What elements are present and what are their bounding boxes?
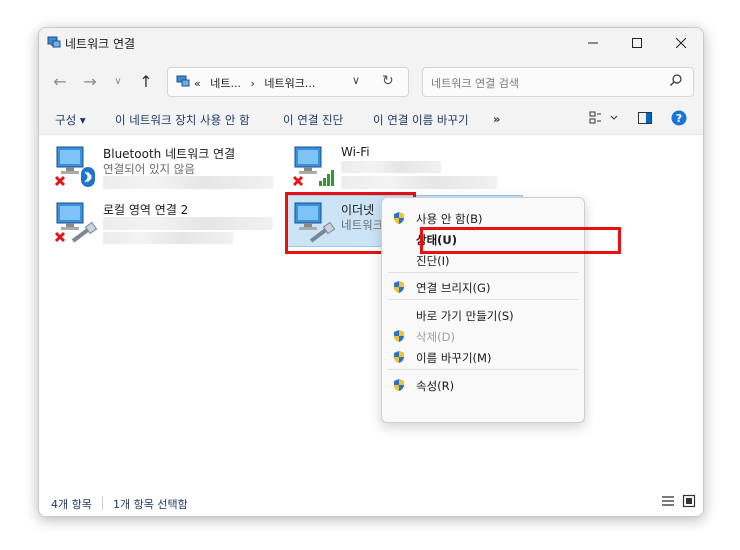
menu-item-label: 사용 안 함(B)	[416, 212, 483, 226]
redacted-device-name	[103, 176, 273, 189]
up-button[interactable]: ↑	[133, 68, 159, 94]
back-button[interactable]: ←	[47, 68, 73, 94]
bluetooth-network-icon	[53, 143, 99, 189]
menu-item-bridge[interactable]: 연결 브리지(G)	[382, 277, 584, 297]
network-connections-icon	[47, 35, 61, 52]
uac-shield-icon	[392, 211, 406, 228]
large-icons-view-icon[interactable]	[682, 494, 696, 511]
arrow-up-icon: ↑	[139, 71, 153, 91]
command-bar: 구성 ▾ 이 네트워크 장치 사용 안 함 이 연결 진단 이 연결 이름 바꾸…	[39, 104, 703, 135]
close-icon	[676, 38, 686, 48]
redacted-adapter-name	[103, 232, 233, 244]
breadcrumb-overflow[interactable]: «	[194, 77, 201, 90]
menu-item-rename[interactable]: 이름 바꾸기(M)	[382, 347, 584, 367]
network-connections-window: 네트워크 연결 ← → ∨ ↑ « 네트... › 네트워크... ∨ ↻ 네트…	[38, 27, 704, 517]
minimize-button[interactable]	[571, 28, 615, 58]
address-dropdown-icon[interactable]: ∨	[352, 74, 360, 87]
maximize-icon	[632, 38, 642, 48]
wifi-network-icon	[291, 143, 337, 189]
connection-status: 연결되어 있지 않음	[103, 162, 195, 176]
breadcrumb-item[interactable]: 네트워크...	[264, 77, 315, 90]
menu-separator	[388, 299, 578, 300]
search-input[interactable]: 네트워크 연결 검색	[422, 67, 694, 97]
chevron-down-icon: ∨	[114, 75, 122, 87]
recent-locations-button[interactable]: ∨	[105, 68, 131, 94]
status-divider	[102, 496, 103, 510]
window-title: 네트워크 연결	[65, 37, 136, 51]
menu-item-label: 연결 브리지(G)	[416, 281, 491, 295]
item-count: 4개 항목	[51, 498, 92, 511]
status-bar: 4개 항목 1개 항목 선택함	[39, 488, 703, 516]
connection-name: 로컬 영역 연결 2	[103, 203, 189, 217]
selected-count: 1개 항목 선택함	[113, 498, 188, 511]
menu-item-properties[interactable]: 속성(R)	[382, 375, 584, 395]
menu-item-label: 속성(R)	[416, 379, 455, 393]
forward-button[interactable]: →	[77, 68, 103, 94]
redacted-status	[103, 217, 273, 230]
menu-item-disable[interactable]: 사용 안 함(B)	[382, 208, 584, 228]
minimize-icon	[588, 42, 598, 44]
disable-device-button[interactable]: 이 네트워크 장치 사용 안 함	[115, 112, 250, 128]
search-placeholder: 네트워크 연결 검색	[431, 77, 519, 90]
help-icon[interactable]: ?	[671, 110, 687, 129]
menu-item-label: 진단(I)	[416, 254, 450, 268]
redacted-adapter-name	[341, 176, 497, 189]
more-commands-button[interactable]: »	[493, 112, 500, 126]
rename-button[interactable]: 이 연결 이름 바꾸기	[373, 112, 469, 128]
breadcrumb-separator: ›	[250, 77, 255, 90]
diagnose-button[interactable]: 이 연결 진단	[283, 112, 343, 128]
organize-button[interactable]: 구성 ▾	[55, 112, 86, 128]
search-icon	[669, 73, 683, 90]
breadcrumb: « 네트... › 네트워크...	[194, 75, 321, 91]
connection-name: Wi-Fi	[341, 145, 370, 159]
address-bar-row: ← → ∨ ↑ « 네트... › 네트워크... ∨ ↻ 네트워크 연결 검색	[39, 58, 703, 104]
menu-item-label: 이름 바꾸기(M)	[416, 351, 492, 365]
menu-item-label: 바로 가기 만들기(S)	[416, 309, 514, 323]
menu-item-create-shortcut[interactable]: 바로 가기 만들기(S)	[382, 305, 584, 325]
uac-shield-icon	[392, 329, 406, 346]
connections-view: Bluetooth 네트워크 연결 연결되어 있지 않음 Wi-Fi 로컬 영역…	[39, 135, 703, 485]
ethernet-disconnected-icon	[53, 199, 99, 245]
menu-item-delete: 삭제(D)	[382, 326, 584, 346]
address-field[interactable]: « 네트... › 네트워크... ∨ ↻	[167, 67, 409, 97]
maximize-button[interactable]	[615, 28, 659, 58]
connection-name: Bluetooth 네트워크 연결	[103, 147, 236, 161]
annotation-highlight-disable	[420, 227, 621, 254]
breadcrumb-item[interactable]: 네트...	[210, 77, 241, 90]
arrow-left-icon: ←	[53, 71, 67, 91]
title-bar: 네트워크 연결	[39, 28, 703, 58]
redacted-network-name	[341, 161, 441, 173]
svg-text:?: ?	[676, 112, 682, 125]
arrow-right-icon: →	[83, 71, 97, 91]
uac-shield-icon	[392, 280, 406, 297]
menu-item-label: 삭제(D)	[416, 330, 455, 344]
control-panel-icon	[176, 75, 190, 90]
uac-shield-icon	[392, 378, 406, 395]
uac-shield-icon	[392, 350, 406, 367]
menu-separator	[388, 272, 578, 273]
change-view-icon[interactable]	[589, 110, 619, 129]
close-button[interactable]	[659, 28, 703, 58]
details-view-icon[interactable]	[661, 494, 675, 511]
menu-separator	[388, 369, 578, 370]
refresh-icon[interactable]: ↻	[382, 73, 394, 89]
preview-pane-icon[interactable]	[637, 110, 653, 129]
